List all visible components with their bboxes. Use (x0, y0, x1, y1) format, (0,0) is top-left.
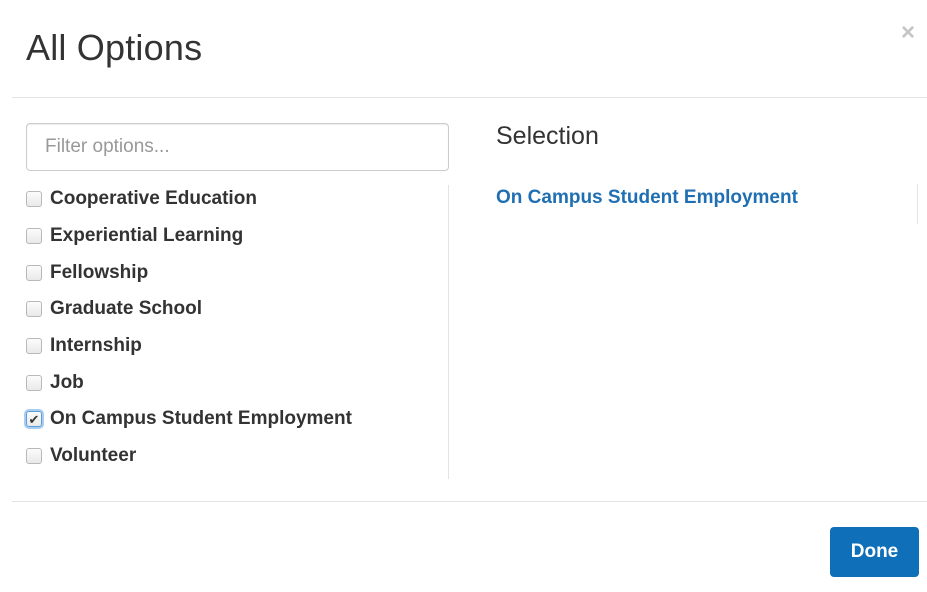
selection-heading: Selection (496, 122, 599, 150)
option-label: Graduate School (50, 298, 203, 320)
done-button[interactable]: Done (830, 527, 919, 577)
options-list: Cooperative Education Experiential Learni… (26, 181, 446, 475)
option-item[interactable]: ✔ On Campus Student Employment (26, 401, 446, 438)
checkbox[interactable] (26, 448, 42, 465)
all-options-modal: All Options × Cooperative Education Exper… (0, 0, 927, 592)
checkbox[interactable] (26, 228, 42, 245)
checkbox[interactable] (26, 301, 42, 318)
selected-list: On Campus Student Employment (496, 184, 798, 212)
modal-title: All Options (26, 27, 203, 68)
footer-divider (12, 501, 927, 502)
option-item[interactable]: Job (26, 364, 446, 401)
checkbox-checked[interactable]: ✔ (26, 411, 42, 428)
filter-options-input[interactable] (26, 123, 449, 171)
selected-item[interactable]: On Campus Student Employment (496, 184, 798, 212)
option-label: Fellowship (50, 261, 149, 283)
option-item[interactable]: Fellowship (26, 254, 446, 291)
checkbox[interactable] (26, 264, 42, 281)
checkbox[interactable] (26, 338, 42, 355)
option-item[interactable]: Cooperative Education (26, 181, 446, 218)
option-item[interactable]: Volunteer (26, 438, 446, 475)
option-label: Internship (50, 335, 142, 357)
option-label: Volunteer (50, 445, 137, 467)
option-label: On Campus Student Employment (50, 408, 352, 430)
option-item[interactable]: Graduate School (26, 291, 446, 328)
selection-scrollbar[interactable] (917, 184, 918, 224)
header-divider (12, 97, 927, 98)
close-icon[interactable]: × (897, 20, 919, 46)
modal-header: All Options × (0, 0, 927, 97)
checkmark-icon: ✔ (28, 411, 40, 427)
option-item[interactable]: Internship (26, 328, 446, 365)
option-item[interactable]: Experiential Learning (26, 218, 446, 255)
checkbox[interactable] (26, 191, 42, 208)
column-divider (448, 185, 449, 479)
option-label: Job (50, 371, 84, 393)
option-label: Experiential Learning (50, 225, 244, 247)
checkbox[interactable] (26, 374, 42, 391)
option-label: Cooperative Education (50, 188, 257, 210)
